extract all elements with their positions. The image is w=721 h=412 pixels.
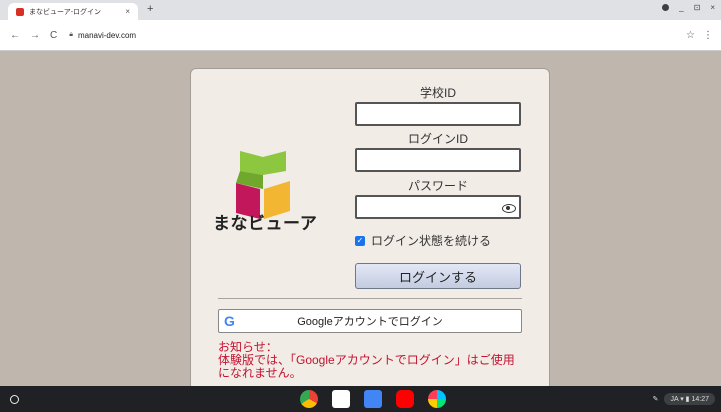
remember-login-checkbox[interactable]: ✓ ログイン状態を続ける: [355, 232, 491, 249]
maximize-button[interactable]: ⊡: [694, 3, 701, 12]
password-input[interactable]: [355, 195, 521, 219]
profile-icon[interactable]: [662, 4, 670, 11]
wifi-icon: ▾: [680, 396, 684, 403]
google-icon: G: [224, 313, 235, 329]
clock: 14:27: [691, 396, 709, 403]
close-window-button[interactable]: ×: [710, 3, 715, 12]
docs-icon[interactable]: [364, 390, 382, 408]
minimize-button[interactable]: _: [679, 3, 683, 12]
reload-button[interactable]: C: [50, 30, 57, 41]
shelf-apps: [300, 390, 446, 408]
google-login-button[interactable]: G Googleアカウントでログイン: [218, 309, 522, 333]
lock-icon[interactable]: 🔒︎: [69, 31, 73, 39]
tab-title: まなビューア-ログイン: [29, 8, 102, 16]
school-id-label: 学校ID: [419, 86, 456, 100]
login-id-input[interactable]: [355, 148, 521, 172]
login-button[interactable]: ログインする: [355, 263, 521, 289]
password-label: パスワード: [407, 179, 468, 193]
notice-body: 体験版では、「Googleアカウントでログイン」はご使用になれません。: [218, 353, 515, 380]
browser-toolbar: ← → C 🔒︎ manavi-dev.com ☆ ⋮: [0, 20, 721, 51]
show-password-eye-icon[interactable]: [502, 204, 516, 213]
remember-login-label: ログイン状態を続ける: [371, 234, 492, 248]
new-tab-button[interactable]: +: [147, 3, 153, 15]
login-card: まなビューア 学校ID ログインID パスワード ✓ ログイン状態を続ける ログ…: [190, 68, 550, 400]
back-button[interactable]: ←: [10, 30, 20, 41]
screen: まなビューア-ログイン × + _ ⊡ × ← → C 🔒︎ manavi-de…: [0, 0, 721, 412]
bookmark-star-icon[interactable]: ☆: [686, 30, 695, 41]
launcher-icon[interactable]: [10, 395, 19, 404]
login-id-label: ログインID: [407, 132, 468, 146]
google-login-label: Googleアカウントでログイン: [297, 316, 443, 328]
system-tray[interactable]: JA ▾ ▮ 14:27: [664, 393, 715, 405]
battery-icon: ▮: [685, 396, 690, 403]
gmail-icon[interactable]: [332, 390, 350, 408]
chromeos-shelf: ✎ JA ▾ ▮ 14:27: [0, 386, 721, 412]
divider: [218, 298, 522, 299]
language-indicator: JA: [670, 396, 679, 403]
status-area[interactable]: ✎ JA ▾ ▮ 14:27: [653, 391, 715, 407]
play-store-icon[interactable]: [428, 390, 446, 408]
forward-button[interactable]: →: [30, 30, 40, 41]
youtube-icon[interactable]: [396, 390, 414, 408]
pen-icon[interactable]: ✎: [653, 395, 659, 403]
favicon-icon: [16, 7, 24, 16]
brand-name: まなビューア: [213, 214, 318, 233]
notice: お知らせ： 体験版では、「Googleアカウントでログイン」はご使用になれません…: [218, 341, 523, 380]
tab-close-button[interactable]: ×: [125, 7, 130, 16]
address-bar[interactable]: manavi-dev.com: [78, 31, 686, 40]
school-id-input[interactable]: [355, 102, 521, 126]
checkbox-checked-icon[interactable]: ✓: [355, 235, 365, 246]
window-controls: _ ⊡ ×: [662, 3, 715, 12]
browser-tab[interactable]: まなビューア-ログイン ×: [8, 3, 138, 20]
chrome-icon[interactable]: [300, 390, 318, 408]
tab-strip: まなビューア-ログイン × + _ ⊡ ×: [0, 0, 721, 20]
browser-menu-icon[interactable]: ⋮: [703, 30, 713, 41]
